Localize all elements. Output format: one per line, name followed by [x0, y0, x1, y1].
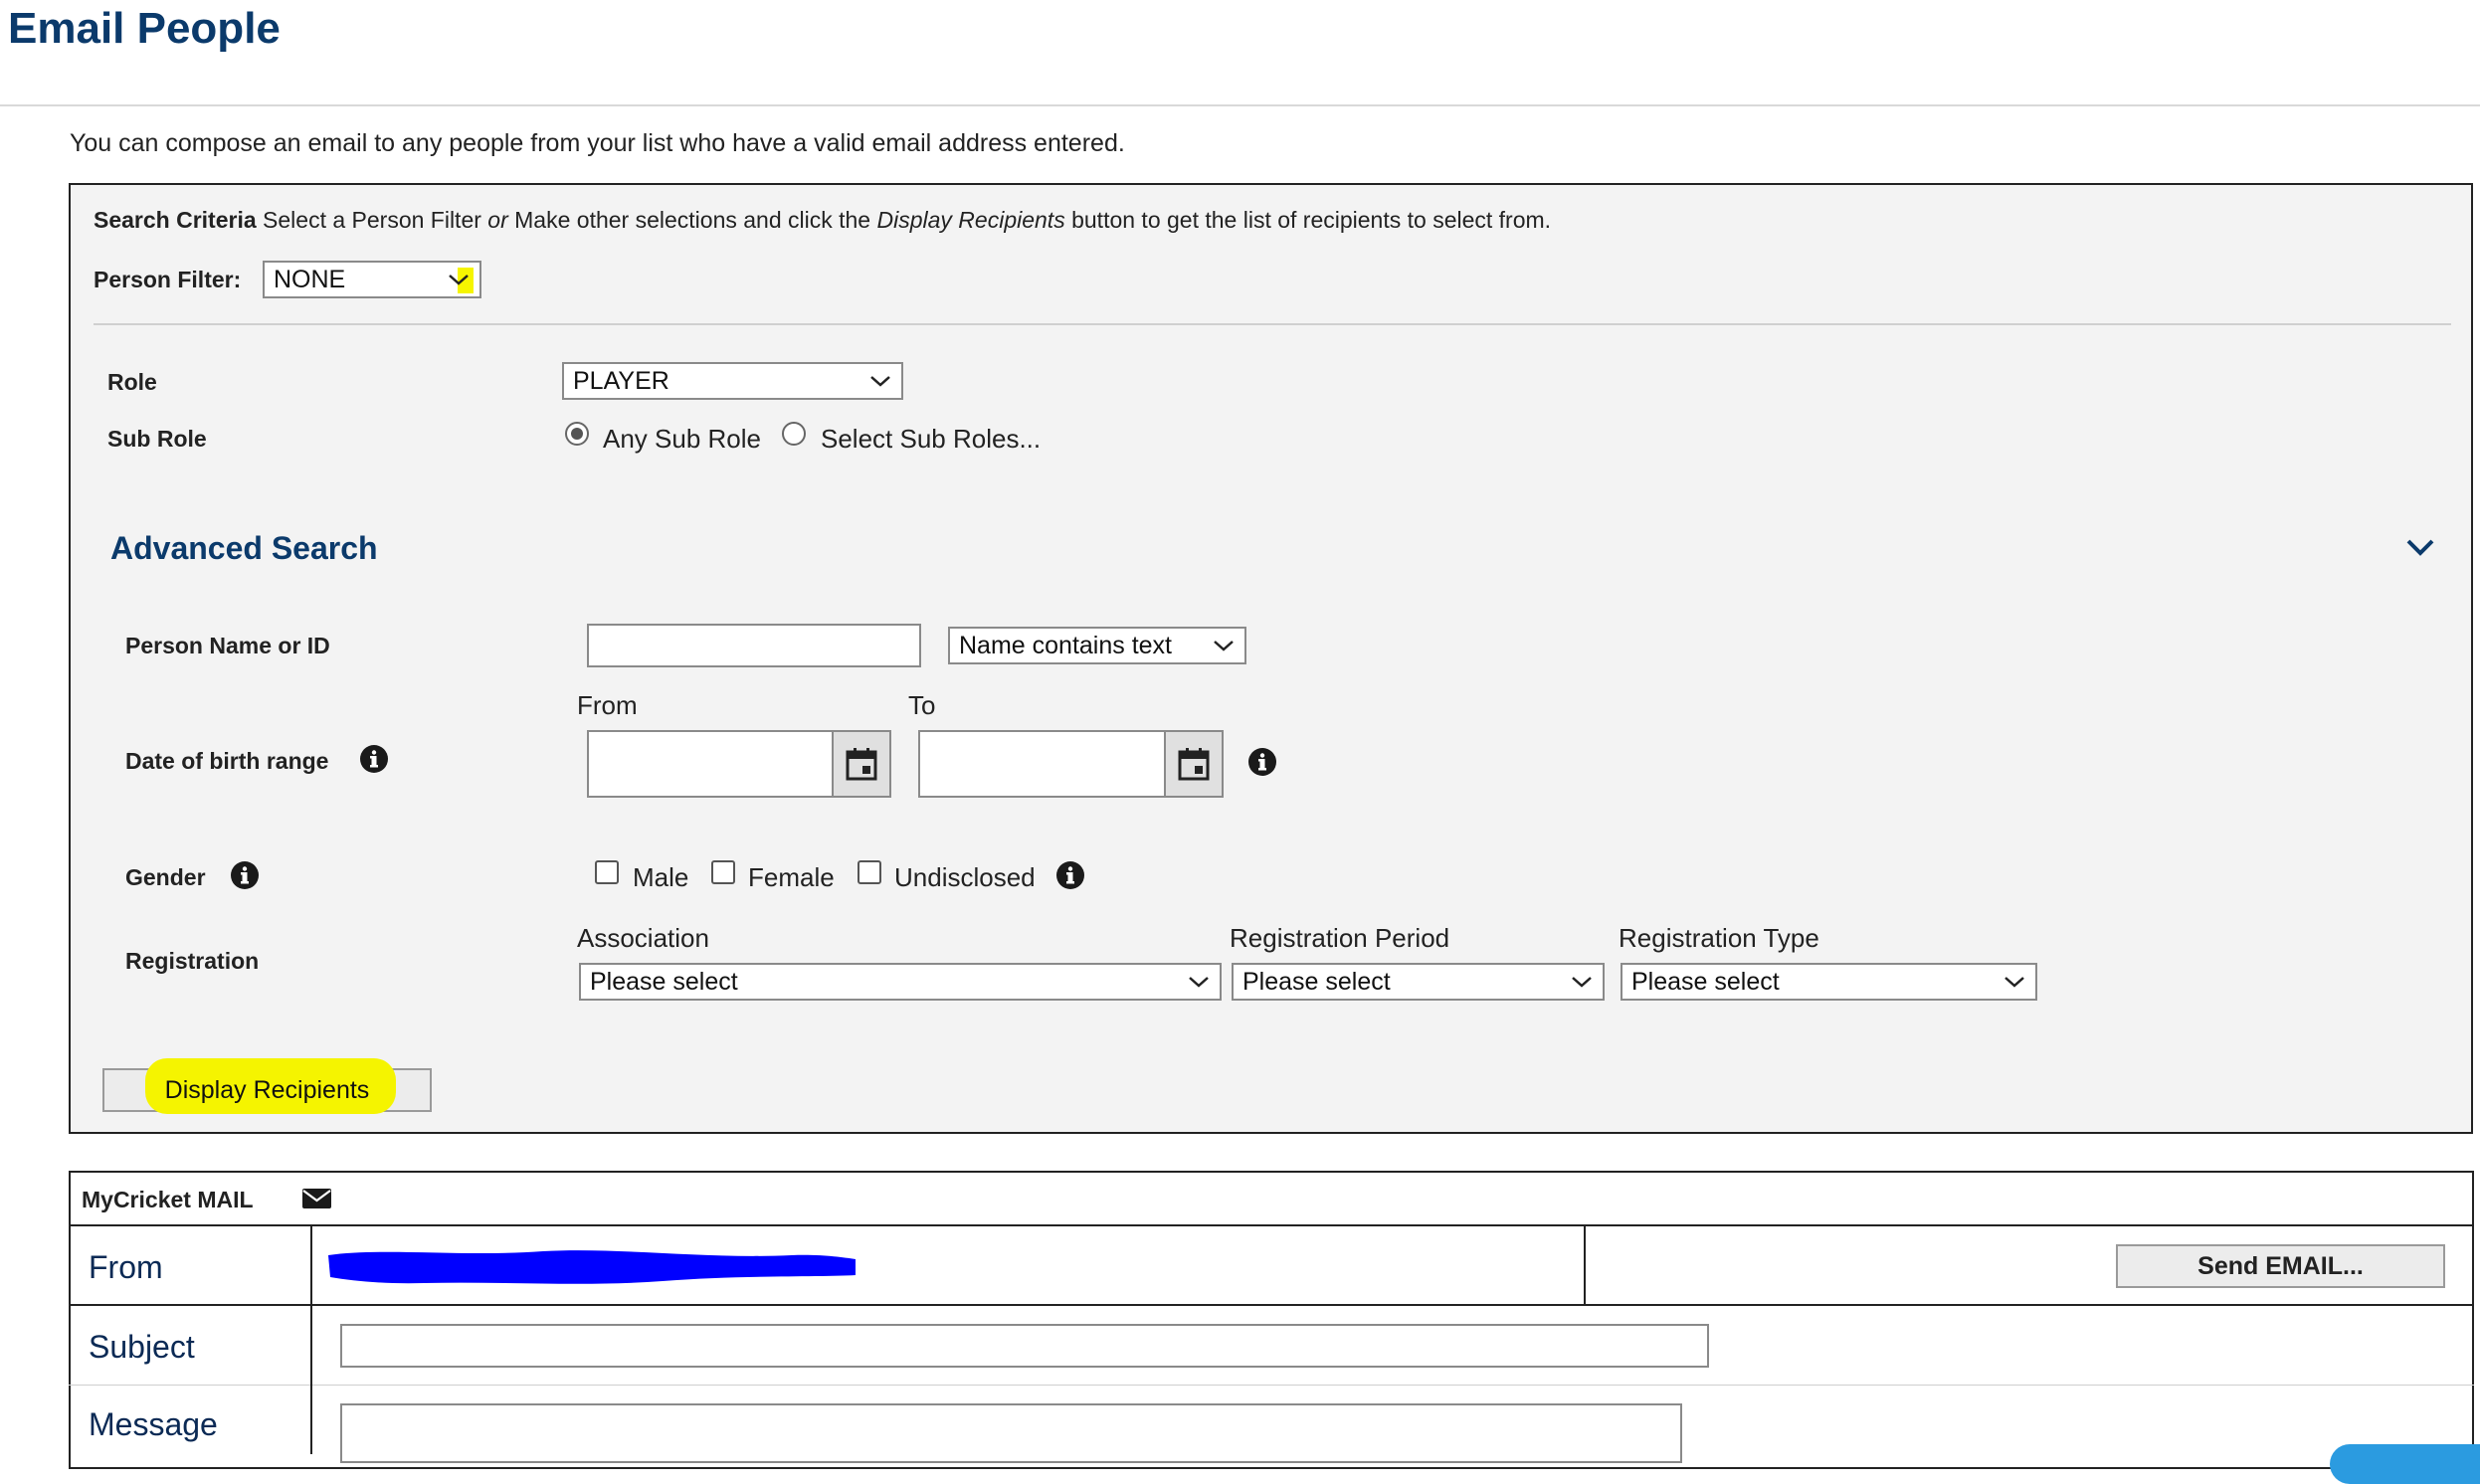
undisclosed-label: Undisclosed: [894, 862, 1036, 892]
search-criteria-instructions: Search Criteria Select a Person Filter o…: [94, 207, 1551, 234]
dob-to-label: To: [908, 690, 936, 720]
name-match-value: Name contains text: [959, 631, 1172, 659]
person-name-input[interactable]: [587, 624, 921, 667]
calendar-button[interactable]: [832, 732, 889, 796]
dob-from-input[interactable]: [587, 730, 891, 798]
role-label: Role: [107, 369, 157, 395]
female-checkbox[interactable]: [711, 860, 735, 884]
chevron-down-icon[interactable]: [2405, 537, 2435, 557]
registration-type-value: Please select: [1631, 967, 1780, 996]
search-criteria-heading: Search Criteria: [94, 207, 257, 233]
chevron-down-icon: [1214, 641, 1234, 651]
envelope-icon: [302, 1189, 331, 1208]
select-sub-roles-radio[interactable]: [782, 422, 806, 446]
registration-type-select[interactable]: Please select: [1621, 963, 2037, 1001]
any-sub-role-label: Any Sub Role: [603, 424, 761, 454]
chevron-down-icon: [2004, 977, 2024, 988]
info-icon[interactable]: [1247, 747, 1277, 777]
criteria-text-2: Make other selections and click the: [507, 207, 877, 233]
registration-period-value: Please select: [1242, 967, 1391, 996]
gender-label: Gender: [125, 864, 206, 890]
association-label: Association: [577, 923, 709, 953]
female-label: Female: [748, 862, 835, 892]
chevron-down-icon: [870, 376, 890, 387]
display-recipients-label: Display Recipients: [164, 1075, 370, 1104]
display-recipients-button[interactable]: Display Recipients: [102, 1058, 432, 1114]
subject-input[interactable]: [340, 1324, 1709, 1368]
dob-to-input[interactable]: [918, 730, 1224, 798]
male-checkbox[interactable]: [595, 860, 619, 884]
message-input[interactable]: [340, 1403, 1682, 1463]
person-name-label: Person Name or ID: [125, 633, 330, 658]
send-email-button[interactable]: Send EMAIL...: [2116, 1244, 2445, 1288]
criteria-or: or: [487, 207, 508, 233]
info-icon[interactable]: [1055, 860, 1085, 890]
message-label: Message: [89, 1406, 218, 1442]
mail-divider: [69, 1224, 2474, 1226]
info-icon[interactable]: [230, 860, 260, 890]
sub-role-label: Sub Role: [107, 426, 207, 452]
subject-label: Subject: [89, 1329, 195, 1365]
mail-divider: [69, 1385, 2474, 1386]
dob-from-label: From: [577, 690, 638, 720]
from-label: From: [89, 1249, 163, 1285]
mail-column-divider: [310, 1224, 312, 1454]
mail-divider: [69, 1304, 2474, 1306]
calendar-button[interactable]: [1164, 732, 1222, 796]
registration-period-label: Registration Period: [1230, 923, 1450, 953]
registration-period-select[interactable]: Please select: [1232, 963, 1605, 1001]
person-filter-value: NONE: [274, 265, 346, 293]
criteria-divider: [94, 323, 2451, 325]
criteria-text-3: button to get the list of recipients to …: [1064, 207, 1552, 233]
registration-label: Registration: [125, 948, 260, 974]
any-sub-role-radio[interactable]: [565, 422, 589, 446]
chevron-down-icon: [1572, 977, 1592, 988]
association-value: Please select: [590, 967, 738, 996]
role-select[interactable]: PLAYER: [562, 362, 903, 400]
person-filter-select[interactable]: NONE: [263, 261, 481, 298]
calendar-icon: [1178, 748, 1210, 781]
association-select[interactable]: Please select: [579, 963, 1222, 1001]
role-value: PLAYER: [573, 366, 669, 395]
criteria-button-ref: Display Recipients: [876, 207, 1065, 233]
chevron-down-icon: [1189, 977, 1209, 988]
page-title: Email People: [8, 4, 281, 53]
calendar-icon: [846, 748, 877, 781]
select-sub-roles-label: Select Sub Roles...: [821, 424, 1042, 454]
mail-column-divider: [1584, 1224, 1586, 1305]
registration-type-label: Registration Type: [1619, 923, 1819, 953]
male-label: Male: [633, 862, 689, 892]
criteria-text-1: Select a Person Filter: [256, 207, 488, 233]
chevron-down-icon: [449, 275, 469, 285]
dob-range-label: Date of birth range: [125, 748, 329, 774]
advanced-search-toggle[interactable]: Advanced Search: [110, 530, 378, 567]
mail-title: MyCricket MAIL: [82, 1187, 254, 1212]
intro-text: You can compose an email to any people f…: [70, 129, 1125, 157]
title-divider: [0, 104, 2480, 106]
info-icon[interactable]: [359, 744, 389, 774]
undisclosed-checkbox[interactable]: [858, 860, 881, 884]
chat-widget-button[interactable]: [2330, 1444, 2480, 1484]
name-match-select[interactable]: Name contains text: [948, 627, 1246, 664]
person-filter-label: Person Filter:: [94, 267, 242, 292]
redaction-mark: [328, 1250, 856, 1284]
